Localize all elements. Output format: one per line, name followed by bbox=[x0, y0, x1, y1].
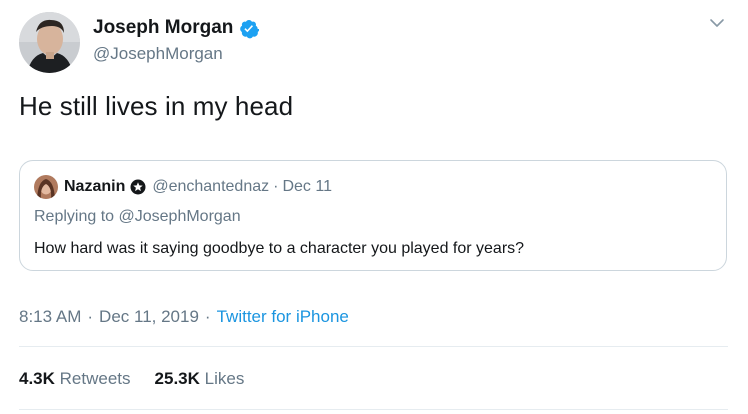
likes-count: 25.3K bbox=[154, 369, 200, 388]
divider-bottom bbox=[19, 409, 728, 410]
quoted-replying-line: Replying to @JosephMorgan bbox=[34, 208, 241, 226]
quoted-date[interactable]: Dec 11 bbox=[282, 178, 332, 196]
meta-separator: · bbox=[87, 307, 94, 326]
tweet-text: He still lives in my head bbox=[19, 91, 294, 121]
quoted-display-name[interactable]: Nazanin bbox=[64, 178, 125, 196]
retweets-stat[interactable]: 4.3K Retweets bbox=[19, 369, 131, 389]
tweet-time[interactable]: 8:13 AM bbox=[19, 307, 81, 327]
author-name-row: Joseph Morgan bbox=[93, 17, 260, 39]
likes-stat[interactable]: 25.3K Likes bbox=[155, 369, 245, 389]
quoted-author-avatar[interactable] bbox=[34, 175, 58, 199]
meta-separator-2: · bbox=[204, 307, 211, 326]
quoted-handle[interactable]: @enchantednaz bbox=[152, 178, 269, 196]
tweet-source-link[interactable]: Twitter for iPhone bbox=[217, 307, 349, 327]
star-badge-icon bbox=[130, 179, 146, 195]
tweet-meta: 8:13 AM · Dec 11, 2019 · Twitter for iPh… bbox=[19, 307, 349, 327]
quoted-text: How hard was it saying goodbye to a char… bbox=[34, 240, 525, 257]
author-handle[interactable]: @JosephMorgan bbox=[93, 44, 223, 64]
author-display-name[interactable]: Joseph Morgan bbox=[93, 17, 233, 39]
quoted-separator: · bbox=[273, 178, 279, 195]
tweet-stats: 4.3K Retweets 25.3K Likes bbox=[19, 369, 244, 389]
quoted-header: Nazanin @enchantednaz · Dec 11 bbox=[64, 178, 332, 196]
retweets-count: 4.3K bbox=[19, 369, 55, 388]
tweet-card: Joseph Morgan @JosephMorgan He still liv… bbox=[0, 0, 748, 414]
chevron-down-icon[interactable] bbox=[708, 14, 726, 32]
quoted-replying-handle[interactable]: @JosephMorgan bbox=[119, 208, 241, 225]
retweets-label: Retweets bbox=[59, 369, 131, 388]
author-avatar[interactable] bbox=[19, 12, 80, 73]
quoted-tweet[interactable]: Nazanin @enchantednaz · Dec 11 Replying … bbox=[19, 160, 727, 271]
tweet-date[interactable]: Dec 11, 2019 bbox=[99, 307, 199, 327]
quoted-replying-prefix: Replying to bbox=[34, 208, 115, 225]
divider bbox=[19, 346, 728, 347]
verified-badge-icon bbox=[238, 18, 260, 39]
likes-label: Likes bbox=[204, 369, 245, 388]
